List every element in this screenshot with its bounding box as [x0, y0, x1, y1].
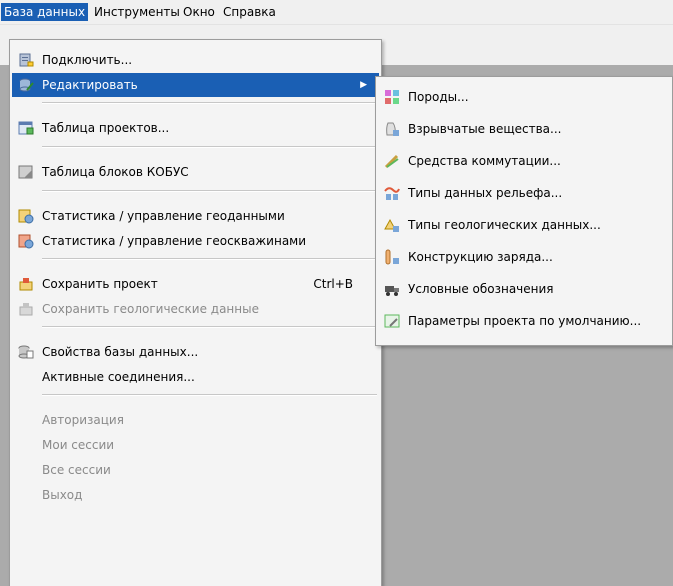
switching-label: Средства коммутации... [408, 154, 561, 168]
db-properties-item[interactable]: Свойства базы данных... [12, 340, 379, 364]
my-sessions-label: Мои сессии [42, 438, 115, 452]
relief-types-icon [384, 187, 400, 200]
switching-item[interactable]: Средства коммутации... [378, 149, 670, 173]
save-geo-item: Сохранить геологические данные [12, 297, 379, 321]
geo-types-item[interactable]: Типы геологических данных... [378, 213, 670, 237]
menu-tools[interactable]: Инструменты [91, 3, 183, 21]
connect-label: Подключить... [42, 53, 133, 67]
separator [42, 394, 377, 396]
rocks-item[interactable]: Породы... [378, 85, 670, 109]
rocks-icon [385, 90, 399, 104]
blocks-table-icon [18, 165, 33, 179]
geo-types-icon [384, 218, 399, 232]
separator [42, 326, 377, 328]
my-sessions-item: Мои сессии [12, 433, 379, 457]
save-geo-icon [19, 303, 33, 316]
database-properties-icon [18, 345, 34, 359]
kobus-table-item[interactable]: Таблица блоков КОБУС [12, 160, 379, 184]
default-params-icon [384, 314, 400, 328]
all-sessions-label: Все сессии [42, 463, 111, 477]
authorization-item: Авторизация [12, 408, 379, 432]
stats-geodata-item[interactable]: Статистика / управление геоданными [12, 204, 379, 228]
explosives-label: Взрывчатые вещества... [408, 122, 562, 136]
edit-submenu: Породы... Взрывчатые вещества... Средств… [375, 76, 673, 346]
default-params-label: Параметры проекта по умолчанию... [408, 314, 642, 328]
submenu-arrow-icon: ▶ [360, 80, 367, 90]
statistics-geodata-icon [18, 209, 34, 224]
table-icon [18, 121, 34, 135]
projects-table-label: Таблица проектов... [42, 121, 170, 135]
save-geo-label: Сохранить геологические данные [42, 302, 259, 316]
relief-types-label: Типы данных рельефа... [408, 186, 563, 200]
stats-wells-item[interactable]: Статистика / управление геоскважинами [12, 229, 379, 253]
menu-help[interactable]: Справка [220, 3, 279, 21]
save-project-icon [19, 278, 33, 291]
legend-item[interactable]: Условные обозначения [378, 277, 670, 301]
kobus-table-label: Таблица блоков КОБУС [42, 165, 189, 179]
exit-label: Выход [42, 488, 83, 502]
charge-design-item[interactable]: Конструкцию заряда... [378, 245, 670, 269]
statistics-wells-icon [18, 234, 34, 249]
edit-label: Редактировать [42, 78, 138, 92]
menu-window[interactable]: Окно [180, 3, 218, 21]
rocks-label: Породы... [408, 90, 469, 104]
all-sessions-item: Все сессии [12, 458, 379, 482]
active-connections-label: Активные соединения... [42, 370, 195, 384]
explosives-item[interactable]: Взрывчатые вещества... [378, 117, 670, 141]
menu-bar: База данных Инструменты Окно Справка [0, 0, 673, 25]
database-edit-icon [19, 78, 34, 92]
db-properties-label: Свойства базы данных... [42, 345, 199, 359]
charge-design-label: Конструкцию заряда... [408, 250, 553, 264]
charge-design-icon [385, 249, 399, 265]
explosives-icon [386, 122, 399, 136]
save-project-item[interactable]: Сохранить проект Ctrl+B [12, 272, 379, 296]
save-project-shortcut: Ctrl+B [313, 277, 353, 291]
truck-icon [385, 286, 399, 296]
default-params-item[interactable]: Параметры проекта по умолчанию... [378, 309, 670, 333]
save-project-label: Сохранить проект [42, 277, 158, 291]
geo-types-label: Типы геологических данных... [408, 218, 601, 232]
separator [42, 190, 377, 192]
edit-item[interactable]: Редактировать ▶ [12, 73, 379, 97]
authorization-label: Авторизация [42, 413, 124, 427]
separator [42, 102, 377, 104]
database-connect-icon [19, 53, 34, 67]
stats-geodata-label: Статистика / управление геоданными [42, 209, 285, 223]
database-menu: Подключить... Редактировать ▶ Таблица пр… [9, 39, 382, 586]
stats-wells-label: Статистика / управление геоскважинами [42, 234, 307, 248]
separator [42, 146, 377, 148]
active-connections-item[interactable]: Активные соединения... [12, 365, 379, 389]
separator [42, 258, 377, 260]
connect-item[interactable]: Подключить... [12, 48, 379, 72]
switching-icon [384, 154, 399, 169]
projects-table-item[interactable]: Таблица проектов... [12, 116, 379, 140]
exit-item: Выход [12, 483, 379, 507]
relief-types-item[interactable]: Типы данных рельефа... [378, 181, 670, 205]
menu-database[interactable]: База данных [1, 3, 89, 21]
legend-label: Условные обозначения [408, 282, 554, 296]
